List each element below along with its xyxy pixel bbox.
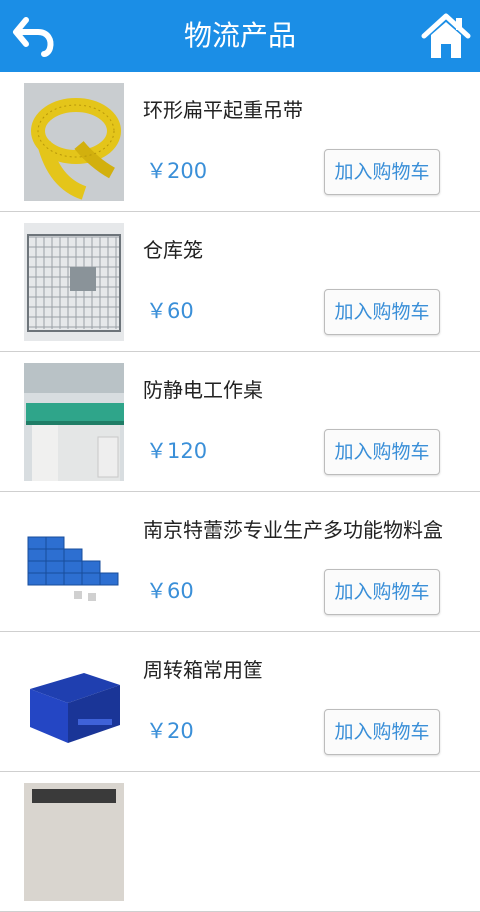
product-list: 环形扁平起重吊带 ￥200 加入购物车 仓库笼 ￥60 加入购物车 防静电工作桌… (0, 72, 480, 912)
add-to-cart-button[interactable]: 加入购物车 (324, 289, 440, 335)
product-item[interactable]: 周转箱常用筐 ￥20 加入购物车 (0, 632, 480, 772)
product-image-lifting-sling[interactable] (24, 83, 124, 201)
product-item-partial[interactable] (0, 772, 480, 912)
product-image-storage-bins[interactable] (24, 503, 124, 621)
product-name: 南京特蕾莎专业生产多功能物料盒 (143, 518, 443, 542)
product-price: ￥60 (146, 299, 194, 323)
product-name: 环形扁平起重吊带 (143, 98, 303, 122)
product-price: ￥200 (146, 159, 208, 183)
top-bar: 物流产品 (0, 0, 480, 73)
product-price: ￥60 (146, 579, 194, 603)
home-icon (421, 13, 471, 58)
add-to-cart-button[interactable]: 加入购物车 (324, 709, 440, 755)
product-item[interactable]: 环形扁平起重吊带 ￥200 加入购物车 (0, 72, 480, 212)
product-item[interactable]: 仓库笼 ￥60 加入购物车 (0, 212, 480, 352)
add-to-cart-button[interactable]: 加入购物车 (324, 429, 440, 475)
page-title: 物流产品 (183, 19, 296, 52)
product-image-turnover-crate[interactable] (24, 643, 124, 761)
product-image-warehouse-cage[interactable] (24, 223, 124, 341)
product-name: 周转箱常用筐 (143, 658, 263, 682)
product-price: ￥120 (146, 439, 208, 463)
product-price: ￥20 (146, 719, 194, 743)
product-image-antistatic-workbench[interactable] (24, 363, 124, 481)
add-to-cart-button[interactable]: 加入购物车 (324, 149, 440, 195)
product-name: 防静电工作桌 (143, 378, 263, 402)
home-button[interactable] (418, 8, 474, 64)
product-item[interactable]: 防静电工作桌 ￥120 加入购物车 (0, 352, 480, 492)
add-to-cart-button[interactable]: 加入购物车 (324, 569, 440, 615)
product-name: 仓库笼 (143, 238, 203, 262)
product-image-partial[interactable] (24, 783, 124, 901)
product-item[interactable]: 南京特蕾莎专业生产多功能物料盒 ￥60 加入购物车 (0, 492, 480, 632)
